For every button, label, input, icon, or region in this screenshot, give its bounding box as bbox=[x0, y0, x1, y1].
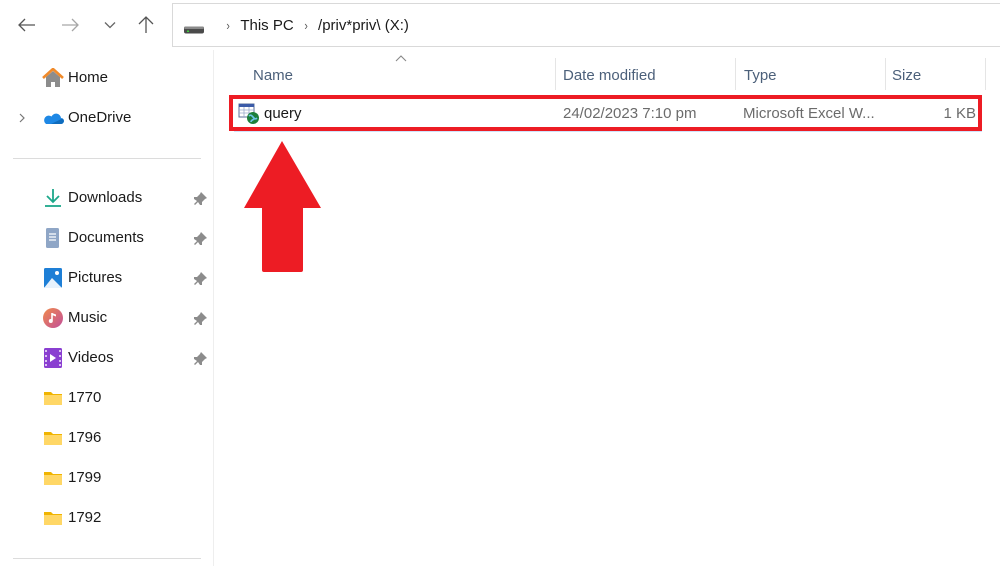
sort-ascending-icon bbox=[395, 55, 407, 62]
navigation-pane: Home OneDrive Downloads Documents Pictur… bbox=[0, 50, 214, 566]
sidebar-item-downloads[interactable]: Downloads bbox=[0, 181, 210, 215]
file-name: query bbox=[264, 105, 302, 122]
sidebar-divider bbox=[13, 558, 201, 559]
column-header-label: Date modified bbox=[563, 66, 656, 84]
sidebar-item-label: Videos bbox=[68, 349, 114, 366]
column-header-size[interactable]: Size bbox=[892, 59, 972, 91]
column-header-label: Name bbox=[253, 66, 294, 84]
folder-icon bbox=[42, 508, 64, 528]
arrow-up-icon bbox=[138, 16, 154, 33]
pin-icon[interactable] bbox=[192, 271, 208, 287]
document-icon bbox=[42, 228, 64, 248]
video-icon bbox=[42, 348, 64, 368]
column-divider[interactable] bbox=[735, 58, 736, 90]
column-header-label: Type bbox=[744, 66, 777, 84]
file-row[interactable]: query 24/02/2023 7:10 pm Microsoft Excel… bbox=[230, 96, 982, 132]
file-type: Microsoft Excel W... bbox=[743, 105, 875, 122]
sidebar-item-documents[interactable]: Documents bbox=[0, 221, 210, 255]
column-divider[interactable] bbox=[885, 58, 886, 90]
home-icon bbox=[42, 67, 64, 88]
breadcrumb-current-drive[interactable]: /priv*priv\ (X:) bbox=[318, 17, 409, 34]
sidebar-item-videos[interactable]: Videos bbox=[0, 341, 210, 375]
breadcrumb-separator[interactable]: › bbox=[304, 18, 307, 33]
arrow-right-icon bbox=[62, 18, 79, 32]
sidebar-item-label: 1770 bbox=[68, 389, 102, 406]
sidebar-item-home[interactable]: Home bbox=[0, 61, 210, 95]
pin-icon[interactable] bbox=[192, 231, 208, 247]
sidebar-item-folder-1796[interactable]: 1796 bbox=[0, 421, 210, 455]
sidebar-item-label: 1799 bbox=[68, 469, 102, 486]
up-button[interactable] bbox=[131, 10, 161, 40]
sidebar-item-onedrive[interactable]: OneDrive bbox=[0, 101, 210, 135]
sidebar-divider bbox=[13, 158, 201, 159]
folder-icon bbox=[42, 388, 64, 408]
column-header-type[interactable]: Type bbox=[744, 59, 884, 91]
file-size: 1 KB bbox=[943, 105, 976, 122]
sidebar-item-pictures[interactable]: Pictures bbox=[0, 261, 210, 295]
onedrive-icon bbox=[42, 108, 64, 128]
address-bar[interactable]: › This PC › /priv*priv\ (X:) bbox=[172, 3, 1000, 47]
sidebar-item-folder-1799[interactable]: 1799 bbox=[0, 461, 210, 495]
column-header-name[interactable]: Name bbox=[253, 59, 553, 91]
web-query-file-icon bbox=[238, 103, 260, 125]
pin-icon[interactable] bbox=[192, 311, 208, 327]
sidebar-item-folder-1792[interactable]: 1792 bbox=[0, 501, 210, 535]
sidebar-item-music[interactable]: Music bbox=[0, 301, 210, 335]
sidebar-item-label: OneDrive bbox=[68, 109, 132, 126]
pictures-icon bbox=[42, 268, 64, 288]
file-date-modified: 24/02/2023 7:10 pm bbox=[563, 105, 697, 122]
folder-icon bbox=[42, 468, 64, 488]
pin-icon[interactable] bbox=[192, 351, 208, 367]
sidebar-item-label: Music bbox=[68, 309, 108, 326]
sidebar-item-label: Documents bbox=[68, 229, 144, 246]
sidebar-item-label: 1796 bbox=[68, 429, 102, 446]
column-header-date-modified[interactable]: Date modified bbox=[563, 59, 733, 91]
file-explorer-window: › This PC › /priv*priv\ (X:) Home OneDri… bbox=[0, 0, 1000, 566]
music-icon bbox=[42, 308, 64, 328]
sidebar-item-label: Downloads bbox=[68, 189, 143, 206]
column-divider[interactable] bbox=[555, 58, 556, 90]
column-header-label: Size bbox=[892, 66, 922, 84]
folder-icon bbox=[42, 428, 64, 448]
selection-underline bbox=[234, 130, 982, 132]
forward-button[interactable] bbox=[55, 10, 85, 40]
expand-chevron-icon[interactable] bbox=[15, 111, 29, 125]
column-divider[interactable] bbox=[985, 58, 986, 90]
arrow-left-icon bbox=[18, 18, 35, 32]
sidebar-item-label: 1792 bbox=[68, 509, 102, 526]
recent-locations-button[interactable] bbox=[95, 10, 125, 40]
back-button[interactable] bbox=[12, 10, 42, 40]
pin-icon[interactable] bbox=[192, 191, 208, 207]
file-list: Name Date modified Type Size query 24/02… bbox=[214, 50, 1000, 566]
sidebar-item-folder-1770[interactable]: 1770 bbox=[0, 381, 210, 415]
sidebar-item-label: Home bbox=[68, 69, 109, 86]
drive-icon bbox=[184, 21, 204, 34]
navigation-bar: › This PC › /priv*priv\ (X:) bbox=[0, 0, 1000, 50]
sidebar-item-label: Pictures bbox=[68, 269, 123, 286]
chevron-down-icon bbox=[104, 22, 116, 29]
breadcrumb-separator[interactable]: › bbox=[226, 18, 229, 33]
download-icon bbox=[42, 188, 64, 208]
breadcrumb-this-pc[interactable]: This PC bbox=[240, 17, 293, 34]
